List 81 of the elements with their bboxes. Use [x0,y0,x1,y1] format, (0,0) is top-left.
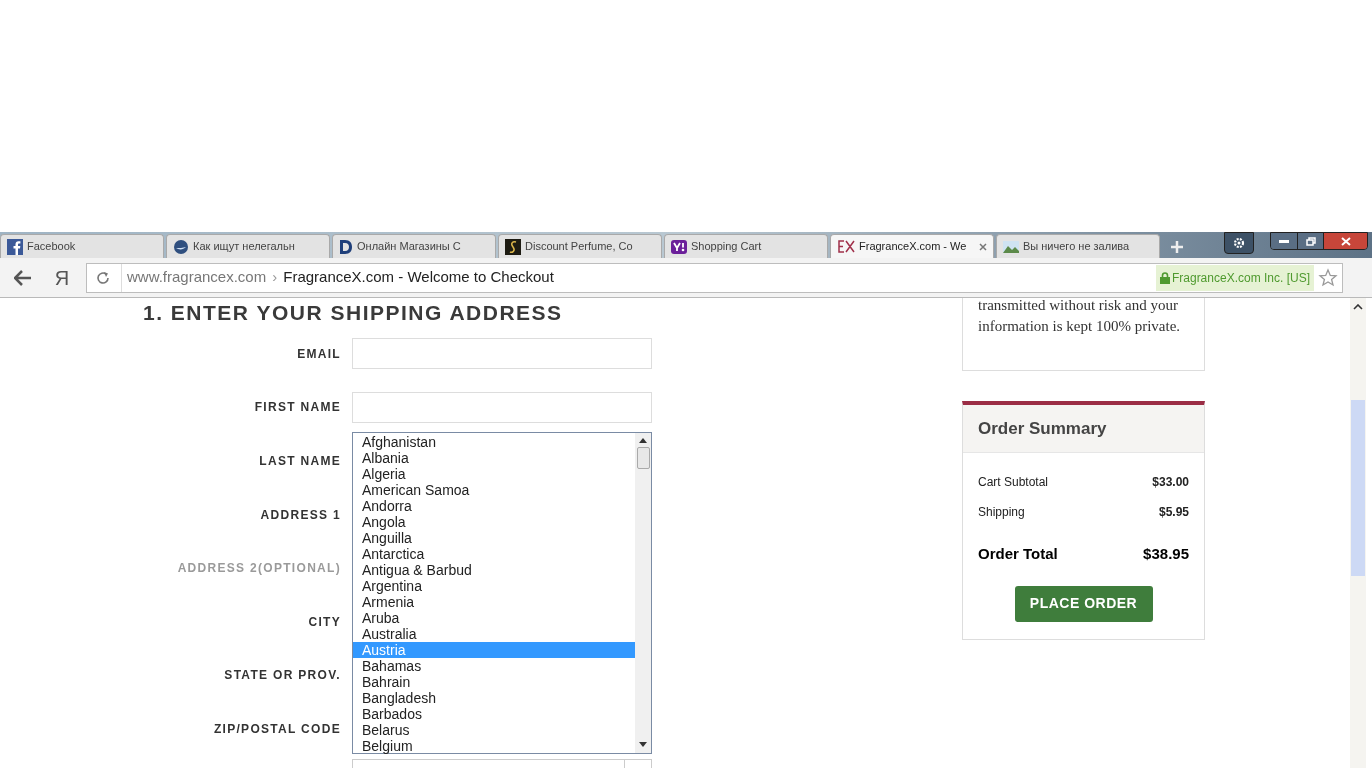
field-label: STATE OR PROV. [223,667,341,685]
text-field[interactable] [352,391,652,423]
minimize-button[interactable] [1271,233,1297,249]
scroll-thumb[interactable] [636,447,650,469]
field-label: EMAIL [296,345,341,363]
d-logo-icon [339,238,353,255]
scroll-up-icon[interactable] [639,438,647,443]
field-label: ADDRESS 2(OPTIONAL) [176,560,341,578]
summary-value: $5.95 [1158,504,1189,521]
browser-tab[interactable]: Как ищут нелегальн [166,234,330,258]
dropdown-option[interactable]: Andorra [353,498,635,514]
scroll-down-icon[interactable] [639,742,647,747]
field-label: ADDRESS 1 [259,506,341,524]
total-label: Order Total [978,544,1058,564]
dropdown-option[interactable]: Antarctica [353,546,635,562]
fx-logo-icon [837,239,855,254]
lock-icon [1159,271,1170,284]
browser-tab[interactable]: Вы ничего не залива [996,234,1160,258]
dropdown-option[interactable]: Bahrain [353,674,635,690]
back-icon[interactable] [14,269,32,286]
summary-label: Cart Subtotal [978,474,1049,491]
dropdown-option[interactable]: Aruba [353,610,635,626]
y-logo-icon [671,239,687,254]
new-tab-icon[interactable] [1170,240,1184,254]
security-note: transmitted without risk and your information is kept 100% private. [978,298,1182,336]
dropdown-option[interactable]: Belarus [353,722,635,738]
order-summary-title: Order Summary [978,417,1107,440]
yandex-button[interactable]: Я [52,267,72,288]
browser-tab[interactable]: FragranceX.com - We [830,234,994,258]
field-label: FIRST NAME [253,399,341,417]
dropdown-option[interactable]: Armenia [353,594,635,610]
dropdown-option[interactable]: Australia [353,626,635,642]
globe-icon [173,238,189,255]
text-field[interactable] [352,338,652,370]
dropdown-option[interactable]: Antigua & Barbud [353,562,635,578]
dropdown-option[interactable]: American Samoa [353,482,635,498]
f-logo-icon [7,238,23,255]
restore-icon [1305,236,1316,246]
section-heading: 1. ENTER YOUR SHIPPING ADDRESS [143,300,564,326]
scroll-up-icon[interactable] [1353,304,1363,310]
browser-tab[interactable]: Онлайн Магазины С [332,234,496,258]
summary-label: Shipping [978,504,1025,521]
dropdown-option[interactable]: Anguilla [353,530,635,546]
dropdown-option[interactable]: Angola [353,514,635,530]
summary-value: $33.00 [1152,474,1189,491]
dropdown-scrollbar[interactable] [635,433,651,753]
dropdown-option[interactable]: Argentina [353,578,635,594]
place-order-button[interactable]: PLACE ORDER [1014,585,1153,622]
page-scrollbar[interactable] [1350,298,1366,768]
total-value: $38.95 [1143,544,1189,564]
field-label: CITY [307,613,341,631]
field-label: LAST NAME [258,453,341,470]
country-dropdown-list[interactable]: Afghanistan Albania Algeria American Samoa Andorra Angola Anguilla Antarctica Antigua & Barbud Argentina Armenia Aruba Australia Austria Bahamas Bahrain Bangladesh Barbados Belarus Belgium [352,432,652,754]
close-window-button[interactable] [1323,233,1367,249]
url-separator: › [272,267,278,288]
scroll-thumb[interactable] [1351,400,1365,576]
address-bar[interactable]: www.fragrancex.com › FragranceX.com - Welcome to Checkout FragranceX.com Inc. [US] [86,262,1343,293]
maximize-button[interactable] [1297,233,1323,249]
close-icon[interactable] [979,242,987,251]
browser-tab[interactable]: Shopping Cart [664,234,828,258]
page-title: FragranceX.com - Welcome to Checkout [283,267,554,288]
dropdown-option[interactable]: Bangladesh [353,690,635,706]
browser-tab[interactable]: Discount Perfume, Co [498,234,662,258]
identity-text: FragranceX.com Inc. [US] [1171,269,1310,287]
close-icon [1340,236,1351,246]
settings-icon [1232,236,1246,250]
dropdown-option[interactable]: Belgium [353,738,635,754]
dropdown-option[interactable]: Algeria [353,466,635,482]
s-logo-icon [505,238,521,255]
settings-button[interactable] [1224,232,1254,254]
reload-icon[interactable] [95,269,111,286]
dropdown-option[interactable]: Bahamas [353,658,635,674]
minimize-icon [1279,239,1289,243]
dropdown-option[interactable]: Barbados [353,706,635,722]
dropdown-option[interactable]: Afghanistan [353,434,635,450]
browser-tab[interactable]: Facebook [0,234,164,258]
landscape-icon [1003,240,1019,253]
url-host: www.fragrancex.com [127,267,267,288]
bookmark-star-icon[interactable] [1318,267,1338,288]
field-label: ZIP/POSTAL CODE [212,720,341,738]
dropdown-option[interactable]: Albania [353,450,635,466]
